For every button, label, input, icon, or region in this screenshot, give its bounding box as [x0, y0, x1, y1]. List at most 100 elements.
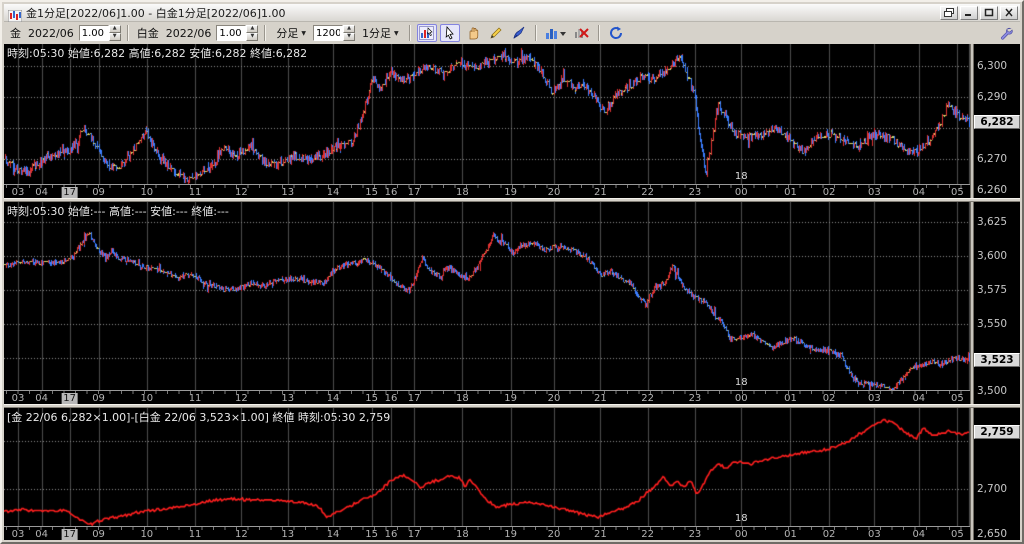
gold-multiplier-input[interactable]	[78, 25, 109, 41]
pen-annotate-tool-button[interactable]	[509, 24, 529, 42]
pan-hand-tool-button[interactable]	[463, 24, 483, 42]
pencil-tool-button[interactable]	[486, 24, 506, 42]
cursor-tool-button[interactable]	[439, 24, 460, 42]
settings-wrench-button[interactable]	[996, 24, 1016, 42]
maximize-button[interactable]	[980, 5, 998, 20]
window-title: 金1分足[2022/06]1.00 - 白金1分足[2022/06]1.00	[26, 6, 286, 20]
x-axis-label: 10	[140, 393, 154, 404]
x-axis-label: 14	[326, 529, 340, 540]
price-axis-label: 6,290	[977, 90, 1008, 103]
x-axis-label: 02	[822, 187, 836, 198]
x-axis-label: 04	[35, 393, 48, 404]
x-axis-label: 21	[593, 393, 607, 404]
chart-type-dropdown-button[interactable]	[543, 24, 569, 42]
x-axis-label: 02	[822, 393, 836, 404]
bar-count-field: ▲▼	[313, 25, 356, 41]
price-axis-label: 6,270	[977, 153, 1008, 166]
date-change-label: 18	[734, 171, 748, 182]
x-axis-label: 12	[235, 187, 248, 198]
x-axis-label: 11	[188, 529, 202, 540]
x-axis-label: 03	[868, 393, 881, 404]
bar-count-stepper[interactable]: ▲ ▼	[343, 25, 356, 41]
delete-chart-button[interactable]	[572, 24, 592, 42]
axis-divider	[970, 202, 974, 404]
x-axis-label: 10	[140, 187, 154, 198]
platinum-x-axis: 03 04 17 09 10 11 12 13 14 15 16 17 18 19 20 21 22 23 00 01…	[4, 390, 970, 404]
x-axis-label: 09	[92, 393, 105, 404]
x-axis-label: 17	[407, 393, 421, 404]
x-axis-label: 04	[912, 393, 926, 404]
current-price-badge: 3,523	[974, 353, 1020, 368]
x-axis-label: 15	[365, 393, 379, 404]
toolbar-separator	[126, 25, 129, 41]
refresh-button[interactable]	[606, 24, 626, 42]
chevron-down-icon: ▼	[301, 29, 307, 37]
toolbar-separator	[534, 25, 537, 41]
panel-gold: 18 時刻:05:30 始値:6,282 高値:6,282 安値:6,282 終…	[4, 44, 1020, 198]
platinum-multiplier-stepper[interactable]: ▲ ▼	[246, 25, 259, 41]
gold-contract-month[interactable]: 2022/06	[26, 27, 76, 40]
x-axis-label: 09	[92, 187, 105, 198]
price-axis-label: 2,650	[977, 528, 1008, 540]
price-axis-label: 3,625	[977, 216, 1008, 229]
style-dropdown[interactable]: 1分足 ▼	[358, 23, 403, 43]
x-axis-label: 18	[456, 187, 469, 198]
gold-ohlc-info: 時刻:05:30 始値:6,282 高値:6,282 安値:6,282 終値:6…	[7, 47, 308, 60]
x-axis-label: 22	[641, 393, 655, 404]
platinum-chart-canvas[interactable]	[4, 202, 970, 390]
stepper-up-icon[interactable]: ▲	[343, 25, 356, 33]
x-axis-label: 21	[593, 187, 607, 198]
price-axis-label: 3,575	[977, 283, 1008, 296]
float-window-button[interactable]	[940, 5, 958, 20]
x-axis-label: 22	[641, 187, 655, 198]
x-axis-label: 22	[641, 529, 655, 540]
bar-count-input[interactable]	[313, 25, 344, 41]
price-axis-label: 6,300	[977, 59, 1008, 72]
x-axis-label: 18	[456, 529, 469, 540]
x-axis-label: 11	[188, 187, 202, 198]
close-button[interactable]	[1000, 5, 1018, 20]
x-axis-label: 00	[734, 187, 748, 198]
x-axis-label: 19	[504, 187, 517, 198]
stepper-down-icon[interactable]: ▼	[246, 33, 259, 41]
spread-chart-canvas[interactable]	[4, 408, 970, 526]
toolbar-separator	[597, 25, 600, 41]
price-axis-label: 2,700	[977, 483, 1008, 496]
x-axis-label: 03	[11, 187, 25, 198]
platinum-multiplier-input[interactable]	[216, 25, 247, 41]
panel-platinum: 18 時刻:05:30 始値:--- 高値:--- 安値:--- 終値:--- …	[4, 202, 1020, 404]
x-axis-label: 15	[365, 529, 379, 540]
gold-price-axis: 6,300 6,290 6,270 6,260 6,282	[974, 44, 1020, 198]
x-axis-label: 20	[547, 393, 561, 404]
gold-multiplier-stepper[interactable]: ▲ ▼	[108, 25, 121, 41]
x-axis-label: 17	[407, 187, 421, 198]
chart-stack: 18 時刻:05:30 始値:6,282 高値:6,282 安値:6,282 終…	[4, 44, 1020, 540]
x-axis-label: 13	[281, 529, 295, 540]
x-axis-label: 23	[688, 187, 702, 198]
x-axis-label: 23	[688, 393, 702, 404]
gold-chart-canvas[interactable]	[4, 44, 970, 184]
platinum-contract-month[interactable]: 2022/06	[164, 27, 214, 40]
x-axis-label: 12	[235, 393, 248, 404]
chart-window: 金1分足[2022/06]1.00 - 白金1分足[2022/06]1.00 金…	[0, 0, 1024, 544]
date-change-label: 18	[734, 377, 748, 388]
minimize-button[interactable]	[960, 5, 978, 20]
platinum-price-axis: 3,6253,6003,5753,5503,5253,5003,523	[974, 202, 1020, 404]
x-axis-label: 03	[868, 187, 881, 198]
x-axis-label: 05	[951, 529, 964, 540]
chart-pointer-mode-button[interactable]	[416, 24, 437, 42]
stepper-down-icon[interactable]: ▼	[108, 33, 121, 41]
stepper-up-icon[interactable]: ▲	[246, 25, 259, 33]
title-bar[interactable]: 金1分足[2022/06]1.00 - 白金1分足[2022/06]1.00	[4, 4, 1020, 22]
x-axis-label: 14	[326, 393, 340, 404]
x-axis-label: 16	[384, 529, 398, 540]
stepper-up-icon[interactable]: ▲	[108, 25, 121, 33]
period-dropdown[interactable]: 分足 ▼	[272, 23, 310, 43]
price-axis-label: 6,260	[977, 184, 1008, 197]
stepper-down-icon[interactable]: ▼	[343, 33, 356, 41]
toolbar-separator	[264, 25, 267, 41]
x-axis-date-label: 17	[61, 393, 78, 404]
x-axis-label: 13	[281, 393, 295, 404]
platinum-ohlc-info: 時刻:05:30 始値:--- 高値:--- 安値:--- 終値:---	[7, 205, 229, 218]
app-icon	[7, 7, 23, 22]
